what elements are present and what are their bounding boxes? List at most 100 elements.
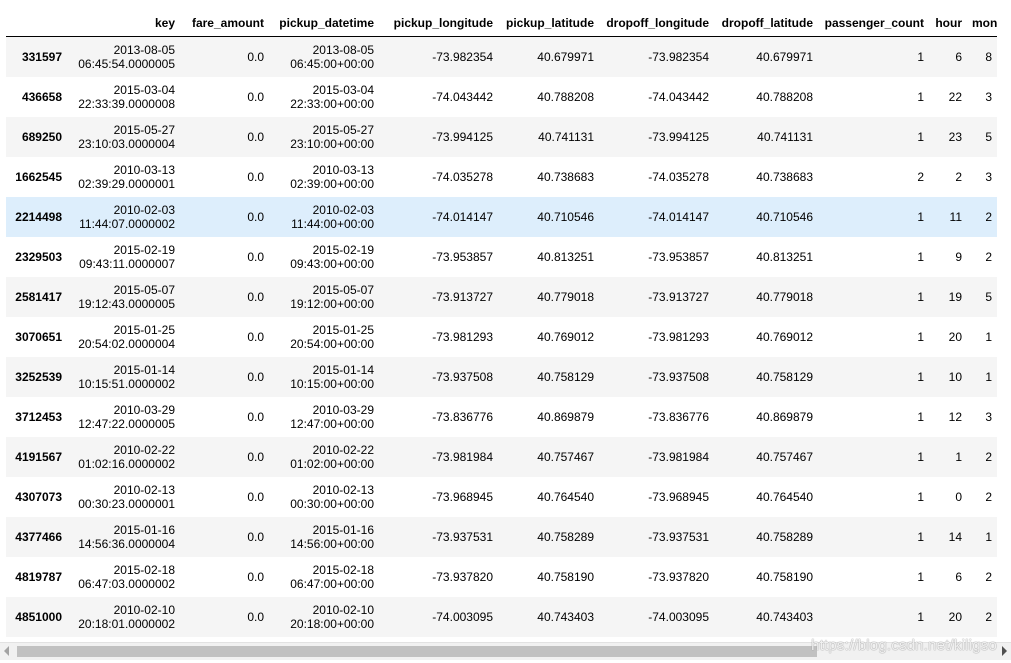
pickup-datetime-cell: 2015-01-25 20:54:00+00:00 <box>269 317 379 357</box>
key-time: 11:44:07.0000002 <box>79 217 175 231</box>
pickup-datetime-date: 2010-02-22 <box>312 443 374 457</box>
fare-amount-cell: 0.0 <box>247 490 264 504</box>
pickup-longitude-cell: -74.043442 <box>432 90 493 104</box>
hour-cell: 14 <box>948 530 962 544</box>
hour-cell: 11 <box>949 210 962 224</box>
pickup-latitude-cell: 40.769012 <box>537 330 594 344</box>
column-header-index <box>6 10 67 37</box>
key-cell: 2015-01-16 14:56:36.0000004 <box>67 517 180 557</box>
scrollbar-thumb[interactable] <box>17 646 817 657</box>
column-header-pickup-latitude: pickup_latitude <box>498 10 599 37</box>
pickup-latitude-cell: 40.741131 <box>538 130 594 144</box>
hour-cell: 6 <box>955 50 962 64</box>
row-index-cell: 4819787 <box>15 570 62 584</box>
pickup-latitude-cell: 40.779018 <box>537 290 594 304</box>
dropoff-latitude-cell: 40.757467 <box>756 450 813 464</box>
pickup-datetime-cell: 2015-03-04 22:33:00+00:00 <box>269 77 379 117</box>
pickup-latitude-cell: 40.710546 <box>537 210 594 224</box>
pickup-latitude-cell: 40.679971 <box>537 50 594 64</box>
pickup-datetime-time: 00:30:00+00:00 <box>290 497 374 511</box>
table-row: 4191567 2010-02-22 01:02:16.0000002 0.0 2010… <box>6 437 997 477</box>
key-cell: 2010-03-29 12:47:22.0000005 <box>67 397 180 437</box>
pickup-datetime-time: 14:56:00+00:00 <box>290 537 374 551</box>
month-cell: 2 <box>985 610 992 624</box>
key-date: 2010-02-13 <box>113 483 175 497</box>
pickup-datetime-date: 2015-02-18 <box>312 563 374 577</box>
pickup-datetime-time: 01:02:00+00:00 <box>290 457 374 471</box>
pickup-datetime-date: 2015-05-27 <box>312 123 374 137</box>
pickup-longitude-cell: -73.994125 <box>432 130 493 144</box>
scroll-left-arrow-icon[interactable] <box>4 646 9 656</box>
key-cell: 2010-02-13 00:30:23.0000001 <box>67 477 180 517</box>
fare-amount-cell: 0.0 <box>247 90 264 104</box>
fare-amount-cell: 0.0 <box>247 210 264 224</box>
hour-cell: 22 <box>948 90 962 104</box>
key-time: 01:02:16.0000002 <box>78 457 175 471</box>
dropoff-longitude-cell: -74.043442 <box>648 90 709 104</box>
passenger-count-cell: 1 <box>917 490 924 504</box>
month-cell: 5 <box>985 290 992 304</box>
hour-cell: 12 <box>948 410 962 424</box>
dropoff-longitude-cell: -73.913727 <box>648 290 709 304</box>
dropoff-latitude-cell: 40.710546 <box>756 210 813 224</box>
pickup-latitude-cell: 40.757467 <box>537 450 594 464</box>
dropoff-longitude-cell: -73.937508 <box>648 370 709 384</box>
fare-amount-cell: 0.0 <box>247 130 264 144</box>
month-cell: 3 <box>985 170 992 184</box>
fare-amount-cell: 0.0 <box>247 450 264 464</box>
pickup-datetime-date: 2015-01-25 <box>312 323 374 337</box>
fare-amount-cell: 0.0 <box>247 330 264 344</box>
dropoff-longitude-cell: -74.014147 <box>648 210 709 224</box>
key-date: 2015-05-27 <box>113 123 175 137</box>
dataframe-output: key fare_amount pickup_datetime pickup_l… <box>6 10 997 638</box>
watermark: https://blog.csdn.net/kiligso <box>811 637 997 654</box>
passenger-count-cell: 1 <box>917 370 924 384</box>
row-index-cell: 2581417 <box>15 290 62 304</box>
month-cell: 1 <box>985 330 992 344</box>
key-cell: 2015-05-27 23:10:03.0000004 <box>67 117 180 157</box>
pickup-datetime-time: 09:43:00+00:00 <box>290 257 374 271</box>
dropoff-latitude-cell: 40.764540 <box>756 490 813 504</box>
key-time: 09:43:11.0000007 <box>79 257 175 271</box>
pickup-datetime-cell: 2010-03-29 12:47:00+00:00 <box>269 397 379 437</box>
key-time: 00:30:23.0000001 <box>78 497 175 511</box>
fare-amount-cell: 0.0 <box>247 50 264 64</box>
pickup-datetime-cell: 2015-05-07 19:12:00+00:00 <box>269 277 379 317</box>
pickup-longitude-cell: -73.937531 <box>432 530 493 544</box>
month-cell: 8 <box>985 50 992 64</box>
pickup-datetime-time: 12:47:00+00:00 <box>290 417 374 431</box>
pickup-datetime-cell: 2010-03-13 02:39:00+00:00 <box>269 157 379 197</box>
table-row: 2581417 2015-05-07 19:12:43.0000005 0.0 2015… <box>6 277 997 317</box>
key-time: 12:47:22.0000005 <box>78 417 175 431</box>
pickup-datetime-cell: 2015-05-27 23:10:00+00:00 <box>269 117 379 157</box>
key-date: 2015-03-04 <box>113 83 175 97</box>
pickup-datetime-date: 2010-03-29 <box>312 403 374 417</box>
pickup-datetime-time: 10:15:00+00:00 <box>290 377 374 391</box>
passenger-count-cell: 1 <box>917 90 924 104</box>
pickup-longitude-cell: -74.035278 <box>432 170 493 184</box>
scroll-right-arrow-icon[interactable] <box>1002 646 1007 656</box>
hour-cell: 20 <box>948 610 962 624</box>
table-row: 4377466 2015-01-16 14:56:36.0000004 0.0 2015… <box>6 517 997 557</box>
month-cell: 3 <box>985 90 992 104</box>
pickup-datetime-cell: 2010-02-10 20:18:00+00:00 <box>269 597 379 637</box>
passenger-count-cell: 1 <box>917 130 924 144</box>
row-index-cell: 4851000 <box>15 610 62 624</box>
column-header-hour: hour <box>929 10 967 37</box>
hour-cell: 1 <box>955 450 962 464</box>
pickup-datetime-date: 2010-02-03 <box>312 203 374 217</box>
table-row: 2329503 2015-02-19 09:43:11.0000007 0.0 2015… <box>6 237 997 277</box>
pickup-datetime-cell: 2013-08-05 06:45:00+00:00 <box>269 37 379 78</box>
passenger-count-cell: 1 <box>917 210 924 224</box>
key-cell: 2015-03-04 22:33:39.0000008 <box>67 77 180 117</box>
pickup-datetime-time: 20:54:00+00:00 <box>290 337 374 351</box>
pickup-latitude-cell: 40.758190 <box>537 570 594 584</box>
month-cell: 1 <box>985 530 992 544</box>
column-header-month: month <box>967 10 997 37</box>
pickup-longitude-cell: -73.982354 <box>432 50 493 64</box>
fare-amount-cell: 0.0 <box>247 370 264 384</box>
row-index-cell: 3070651 <box>15 330 62 344</box>
table-row: 4851000 2010-02-10 20:18:01.0000002 0.0 2010… <box>6 597 997 637</box>
pickup-datetime-cell: 2015-01-14 10:15:00+00:00 <box>269 357 379 397</box>
table-row: 2214498 2010-02-03 11:44:07.0000002 0.0 2010… <box>6 197 997 237</box>
